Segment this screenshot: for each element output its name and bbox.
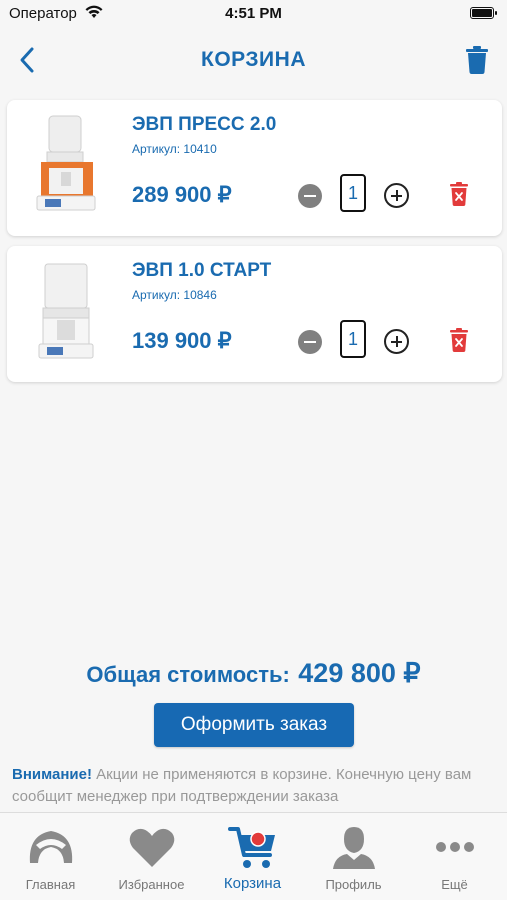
more-icon <box>436 842 474 852</box>
product-image[interactable] <box>31 114 101 214</box>
cart-icon <box>228 827 275 868</box>
remove-item-button[interactable] <box>450 182 468 206</box>
tab-cart[interactable]: Корзина <box>202 813 303 900</box>
tab-more[interactable]: Ещё <box>404 813 505 900</box>
navigation-bar: КОРЗИНА <box>0 30 507 92</box>
battery-icon <box>470 7 497 19</box>
product-price: 289 900 ₽ <box>132 182 232 207</box>
tab-bar: Главная Избранное Корзина Профиль Ещё <box>0 812 507 900</box>
remove-item-button[interactable] <box>450 328 468 352</box>
trash-x-icon <box>450 182 468 206</box>
heart-icon <box>129 828 175 867</box>
tab-label: Избранное <box>118 877 185 892</box>
product-name[interactable]: ЭВП 1.0 СТАРТ <box>132 260 271 282</box>
increase-quantity-button[interactable] <box>384 329 409 354</box>
total-label: Общая стоимость: <box>86 662 290 687</box>
home-tooth-icon <box>29 831 73 863</box>
tab-label: Ещё <box>441 877 468 892</box>
cart-item: ЭВП ПРЕСС 2.0 Артикул: 10410 289 900 ₽ 1 <box>7 100 502 236</box>
product-price: 139 900 ₽ <box>132 328 232 353</box>
tab-home[interactable]: Главная <box>0 813 101 900</box>
status-bar: Оператор 4:51 PM <box>0 0 507 30</box>
trash-icon <box>466 46 488 74</box>
cart-item: ЭВП 1.0 СТАРТ Артикул: 10846 139 900 ₽ 1 <box>7 246 502 382</box>
increase-quantity-button[interactable] <box>384 183 409 208</box>
tab-label: Корзина <box>223 875 282 892</box>
quantity-field[interactable]: 1 <box>340 320 366 358</box>
clear-cart-button[interactable] <box>465 46 489 74</box>
product-name[interactable]: ЭВП ПРЕСС 2.0 <box>132 114 276 136</box>
page-title: КОРЗИНА <box>201 48 306 71</box>
product-sku: Артикул: 10410 <box>132 142 217 156</box>
decrease-quantity-button[interactable] <box>298 330 322 354</box>
tab-favorites[interactable]: Избранное <box>101 813 202 900</box>
notice-text: Внимание! Акции не применяются в корзине… <box>12 764 497 808</box>
total-value: 429 800 ₽ <box>298 658 421 688</box>
decrease-quantity-button[interactable] <box>298 184 322 208</box>
tab-label: Главная <box>25 877 76 892</box>
product-sku: Артикул: 10846 <box>132 288 217 302</box>
notice-heading: Внимание! <box>12 766 92 783</box>
checkout-button[interactable]: Оформить заказ <box>154 703 354 747</box>
quantity-field[interactable]: 1 <box>340 174 366 212</box>
status-time: 4:51 PM <box>225 5 282 22</box>
trash-x-icon <box>450 328 468 352</box>
tab-profile[interactable]: Профиль <box>303 813 404 900</box>
cart-total: Общая стоимость: 429 800 ₽ <box>0 658 507 689</box>
profile-icon <box>333 827 375 869</box>
product-image[interactable] <box>31 260 101 360</box>
tab-label: Профиль <box>325 877 382 892</box>
